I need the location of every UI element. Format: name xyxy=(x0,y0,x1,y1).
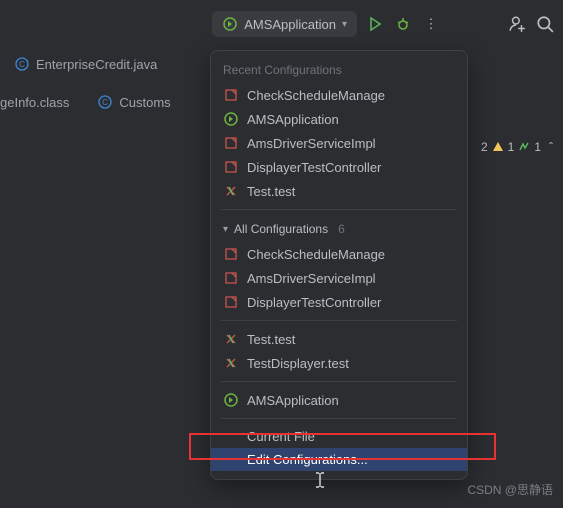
config-label: AmsDriverServiceImpl xyxy=(247,271,376,286)
tab-geinfo[interactable]: geInfo.class xyxy=(0,86,83,118)
run-button[interactable] xyxy=(365,14,385,34)
config-label: DisplayerTestController xyxy=(247,295,381,310)
typo-count: 1 xyxy=(534,140,541,154)
divider xyxy=(221,418,457,419)
error-count: 2 xyxy=(481,140,488,154)
config-test-test-all[interactable]: Test.test xyxy=(211,327,467,351)
config-displayertestcontroller[interactable]: DisplayerTestController xyxy=(211,155,467,179)
config-label: CheckScheduleManage xyxy=(247,247,385,262)
spring-icon xyxy=(223,87,239,103)
tab-enterprise-credit[interactable]: C EnterpriseCredit.java xyxy=(0,48,171,80)
config-amsapplication-all[interactable]: AMSApplication xyxy=(211,388,467,412)
config-label: AmsDriverServiceImpl xyxy=(247,136,376,151)
config-test-test[interactable]: Test.test xyxy=(211,179,467,203)
inspection-status: 2 1 1 ˆ xyxy=(481,140,553,154)
current-file-label: Current File xyxy=(247,429,315,444)
java-class-icon: C xyxy=(97,94,113,110)
all-config-count: 6 xyxy=(338,222,345,236)
search-icon[interactable] xyxy=(535,14,555,34)
warning-icon xyxy=(492,141,504,153)
typo-icon xyxy=(518,141,530,153)
debug-button[interactable] xyxy=(393,14,413,34)
more-actions-icon[interactable]: ⋮ xyxy=(421,14,441,34)
config-label: TestDisplayer.test xyxy=(247,356,349,371)
spring-icon xyxy=(223,135,239,151)
config-displayertestcontroller-all[interactable]: DisplayerTestController xyxy=(211,290,467,314)
svg-text:C: C xyxy=(102,98,108,107)
junit-icon xyxy=(223,183,239,199)
config-checkschedulemanage-all[interactable]: CheckScheduleManage xyxy=(211,242,467,266)
recent-header: Recent Configurations xyxy=(211,59,467,83)
config-checkschedulemanage[interactable]: CheckScheduleManage xyxy=(211,83,467,107)
spring-run-icon xyxy=(223,392,239,408)
run-config-dropdown: Recent Configurations CheckScheduleManag… xyxy=(210,50,468,480)
tab-customs[interactable]: C Customs xyxy=(83,86,184,118)
run-config-selector[interactable]: AMSApplication ▾ xyxy=(212,11,357,37)
spring-icon xyxy=(223,159,239,175)
spring-icon xyxy=(223,246,239,262)
divider xyxy=(221,381,457,382)
spring-icon xyxy=(223,270,239,286)
config-label: Test.test xyxy=(247,184,295,199)
config-label: DisplayerTestController xyxy=(247,160,381,175)
add-user-icon[interactable] xyxy=(507,14,527,34)
config-testdisplayer-test[interactable]: TestDisplayer.test xyxy=(211,351,467,375)
config-label: CheckScheduleManage xyxy=(247,88,385,103)
text-cursor-icon xyxy=(314,472,326,488)
all-config-header[interactable]: ▾All Configurations6 xyxy=(211,216,467,242)
config-amsdriverserviceimpl[interactable]: AmsDriverServiceImpl xyxy=(211,131,467,155)
config-amsdriverserviceimpl-all[interactable]: AmsDriverServiceImpl xyxy=(211,266,467,290)
watermark: CSDN @思静语 xyxy=(467,481,553,498)
tab-label: Customs xyxy=(119,95,170,110)
config-amsapplication[interactable]: AMSApplication xyxy=(211,107,467,131)
junit-icon xyxy=(223,331,239,347)
svg-text:C: C xyxy=(19,60,25,69)
warning-count: 1 xyxy=(508,140,515,154)
config-label: Test.test xyxy=(247,332,295,347)
chevron-down-icon: ▾ xyxy=(342,19,347,30)
divider xyxy=(221,320,457,321)
run-config-label: AMSApplication xyxy=(244,17,336,32)
spring-icon xyxy=(223,294,239,310)
java-class-icon: C xyxy=(14,56,30,72)
chevron-up-icon[interactable]: ˆ xyxy=(549,140,553,154)
tab-label: geInfo.class xyxy=(0,95,69,110)
spring-run-icon xyxy=(222,16,238,32)
config-label: AMSApplication xyxy=(247,393,339,408)
spring-run-icon xyxy=(223,111,239,127)
edit-config-label: Edit Configurations... xyxy=(247,452,368,467)
tab-label: EnterpriseCredit.java xyxy=(36,57,157,72)
config-label: AMSApplication xyxy=(247,112,339,127)
main-toolbar: AMSApplication ▾ ⋮ xyxy=(0,0,563,48)
edit-configurations-item[interactable]: Edit Configurations... xyxy=(211,448,467,471)
chevron-down-icon: ▾ xyxy=(223,224,228,235)
divider xyxy=(221,209,457,210)
current-file-item[interactable]: Current File xyxy=(211,425,467,448)
junit-icon xyxy=(223,355,239,371)
